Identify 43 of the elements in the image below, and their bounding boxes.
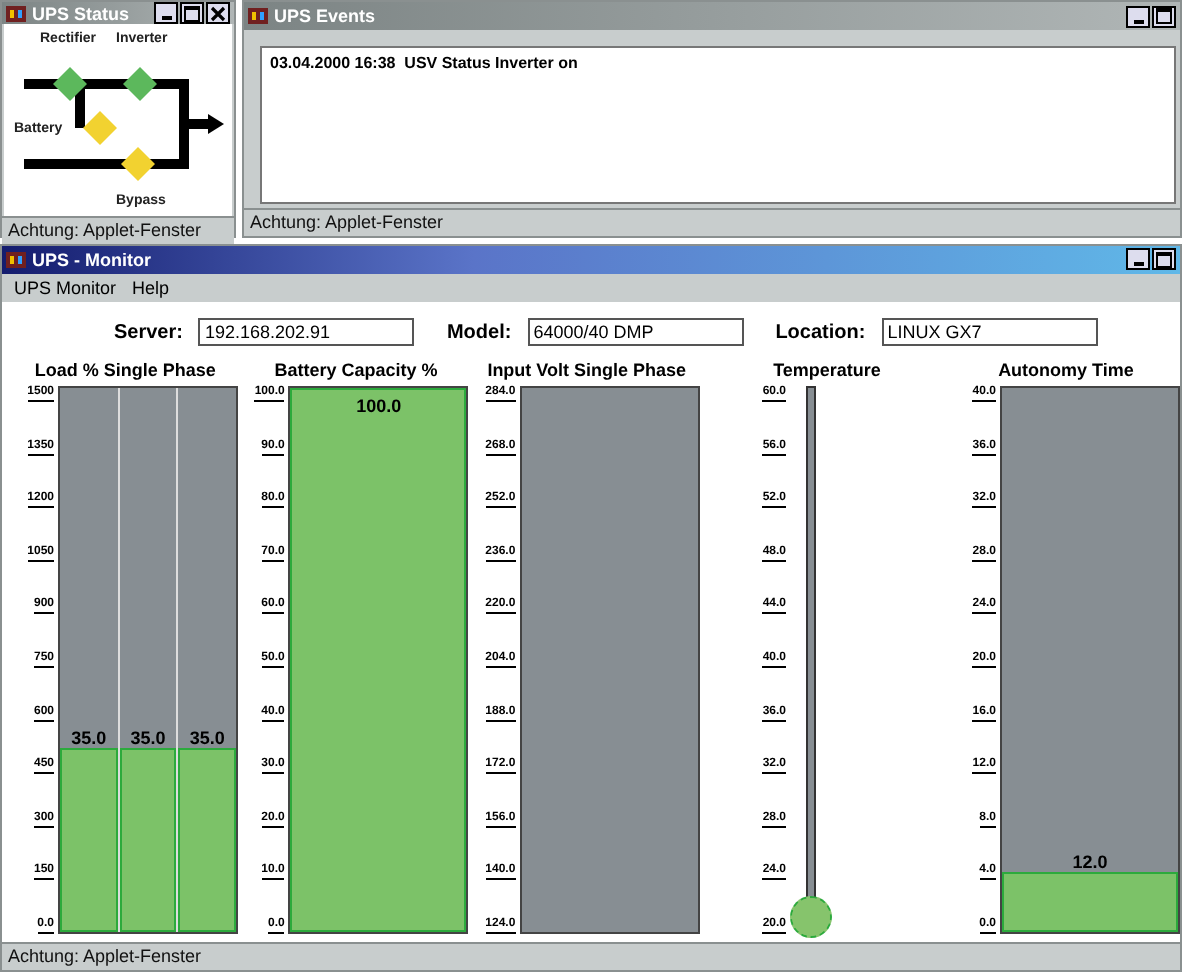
event-entry: 03.04.2000 16:38 USV Status Inverter on (270, 54, 580, 72)
gauge-reading: 35.0 (69, 727, 109, 748)
gauge-title: Battery Capacity % (272, 360, 440, 384)
app-icon (6, 249, 26, 270)
gauge-title: Temperature (771, 360, 883, 384)
maximize-icon (1156, 251, 1172, 268)
field-label: Location: (775, 321, 866, 343)
status-bar: Achtung: Applet-Fenster (244, 208, 1180, 236)
minimize-icon (1133, 19, 1143, 23)
maximize-button[interactable] (1152, 5, 1176, 27)
minimize-icon (1133, 262, 1143, 267)
app-icon (6, 3, 26, 23)
minimize-button[interactable] (1126, 248, 1150, 271)
thermometer-bulb (790, 896, 833, 938)
close-icon (210, 5, 226, 21)
maximize-icon (1156, 8, 1172, 24)
field-label: Model: (446, 321, 512, 343)
field-label: Server: (114, 321, 183, 343)
gauge-reading: 100.0 (354, 396, 404, 416)
app-icon (248, 6, 268, 26)
minimize-button[interactable] (1126, 5, 1150, 27)
input-field[interactable]: 64000/40 DMP (527, 318, 744, 346)
minimize-icon (161, 16, 171, 20)
status-bar: Achtung: Applet-Fenster (2, 216, 234, 244)
menu-item[interactable]: UPS Monitor (14, 277, 117, 298)
gauge-title: Autonomy Time (996, 360, 1136, 384)
menu-item[interactable]: Help (132, 277, 170, 298)
maximize-button[interactable] (1152, 248, 1176, 271)
input-field[interactable]: LINUX GX7 (881, 318, 1098, 346)
maximize-button[interactable] (180, 2, 204, 24)
maximize-icon (184, 5, 200, 21)
window-title: UPS Status (32, 3, 132, 23)
close-button[interactable] (206, 2, 230, 24)
gauge-title: Load % Single Phase (32, 360, 218, 384)
gauge-title: Input Volt Single Phase (485, 360, 689, 384)
gauge-reading: 12.0 (1070, 852, 1110, 873)
gauge-reading: 35.0 (128, 727, 168, 748)
minimize-button[interactable] (154, 2, 178, 24)
status-bar: Achtung: Applet-Fenster (2, 942, 1180, 970)
window-title: UPS Events (274, 6, 378, 26)
window-title: UPS - Monitor (32, 249, 153, 270)
gauge-reading: 35.0 (187, 727, 227, 748)
input-field[interactable]: 192.168.202.91 (198, 318, 415, 346)
